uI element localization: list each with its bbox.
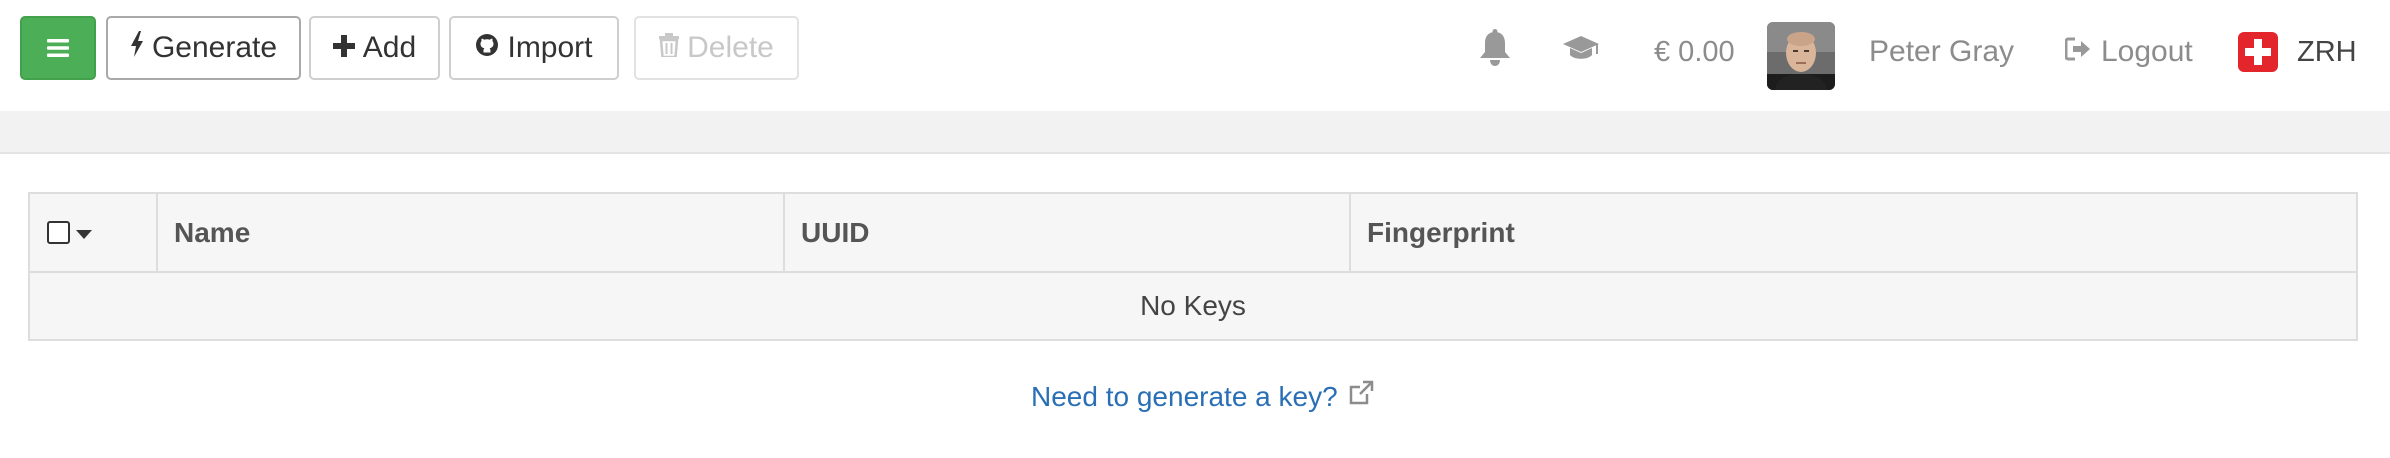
notifications-button[interactable] xyxy=(1478,20,1512,84)
top-bar: Generate Add Import Delete € 0.00 Peter … xyxy=(0,0,2390,111)
graduation-cap-icon xyxy=(1562,34,1600,70)
region-selector[interactable]: ZRH xyxy=(2297,20,2357,84)
generate-label: Generate xyxy=(151,31,278,64)
account-balance[interactable]: € 0.00 xyxy=(1654,20,1735,84)
select-all-checkbox[interactable] xyxy=(47,221,70,244)
github-icon xyxy=(475,31,499,65)
hamburger-icon xyxy=(47,31,69,65)
add-button[interactable]: Add xyxy=(309,16,440,80)
swiss-flag-icon[interactable] xyxy=(2238,32,2278,72)
import-label: Import xyxy=(507,31,593,64)
learning-button[interactable] xyxy=(1562,20,1600,84)
import-button[interactable]: Import xyxy=(449,16,619,80)
column-header-uuid[interactable]: UUID xyxy=(783,194,1349,271)
logout-label: Logout xyxy=(2101,35,2193,68)
chevron-down-icon[interactable] xyxy=(76,229,92,239)
generate-button[interactable]: Generate xyxy=(106,16,301,80)
bolt-icon xyxy=(130,31,144,65)
logout-button[interactable]: Logout xyxy=(2064,20,2193,84)
select-all-control[interactable] xyxy=(30,194,156,271)
sub-header-bar xyxy=(0,111,2390,154)
plus-icon xyxy=(332,31,355,65)
delete-button[interactable]: Delete xyxy=(634,16,799,80)
add-label: Add xyxy=(362,31,417,64)
sign-out-icon xyxy=(2064,35,2091,69)
avatar[interactable] xyxy=(1767,22,1835,90)
menu-button[interactable] xyxy=(20,16,96,80)
help-link-label: Need to generate a key? xyxy=(1031,380,1338,412)
empty-state-row: No Keys xyxy=(30,273,2356,339)
delete-label: Delete xyxy=(687,31,774,64)
external-link-icon xyxy=(1348,380,1374,413)
user-name[interactable]: Peter Gray xyxy=(1869,20,2014,84)
column-header-name[interactable]: Name xyxy=(156,194,783,271)
bell-icon xyxy=(1478,29,1512,75)
generate-key-help-link[interactable]: Need to generate a key? xyxy=(1031,380,1374,413)
trash-icon xyxy=(659,31,680,65)
table-header: Name UUID Fingerprint xyxy=(30,194,2356,273)
column-header-fingerprint[interactable]: Fingerprint xyxy=(1349,194,2356,271)
keys-table: Name UUID Fingerprint No Keys xyxy=(28,192,2358,341)
